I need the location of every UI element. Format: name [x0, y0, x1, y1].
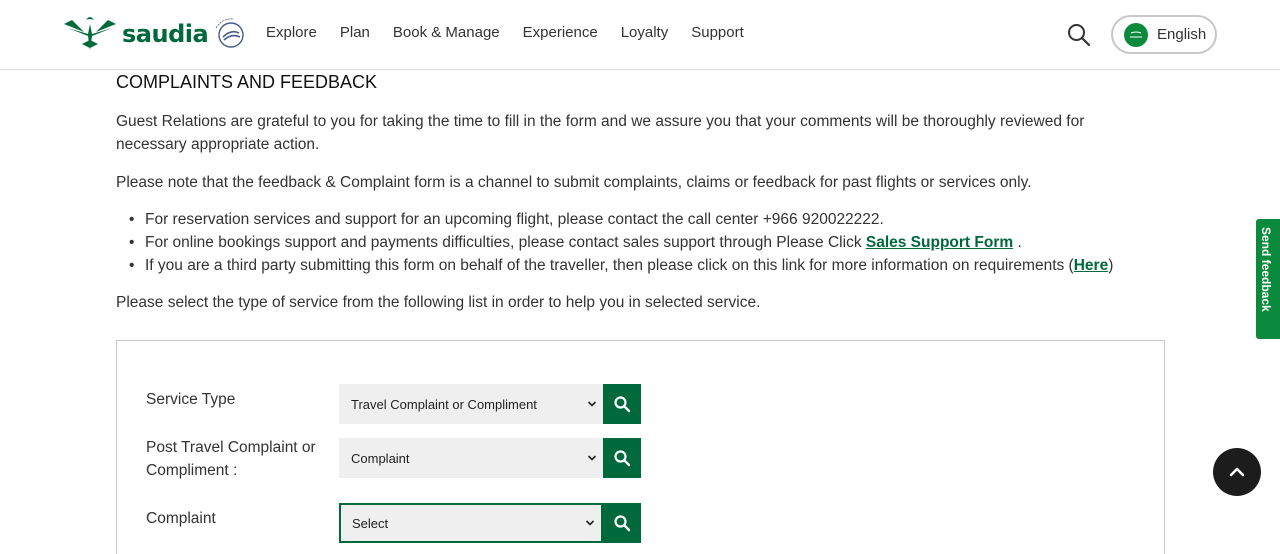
select-prompt: Please select the type of service from t…	[116, 294, 761, 311]
search-icon	[614, 450, 631, 467]
nav-plan[interactable]: Plan	[340, 24, 370, 41]
saudia-palm-logo-icon	[64, 17, 116, 50]
search-icon	[614, 515, 631, 532]
post-travel-search-button[interactable]	[603, 438, 641, 478]
complaint-label: Complaint	[146, 510, 216, 527]
bullet-third-party-text: If you are a third party submitting this…	[145, 257, 1074, 274]
here-link[interactable]: Here	[1074, 257, 1108, 274]
site-header: saudia Explore Plan Book & Manage Experi…	[0, 0, 1280, 70]
nav-loyalty[interactable]: Loyalty	[621, 24, 669, 41]
post-travel-label: Post Travel Complaint or Compliment :	[146, 439, 316, 479]
send-feedback-label: Send feedback	[1259, 227, 1273, 312]
brand-name: saudia	[122, 20, 209, 48]
intro-paragraph: Guest Relations are grateful to you for …	[116, 113, 1085, 153]
bullet-third-party-suffix: )	[1108, 257, 1114, 274]
nav-experience[interactable]: Experience	[523, 24, 598, 41]
chevron-up-icon	[1229, 467, 1245, 477]
nav-book-manage[interactable]: Book & Manage	[393, 24, 500, 41]
saudia-logo[interactable]: saudia	[62, 14, 209, 54]
bullet-call-center-text: For reservation services and support for…	[145, 211, 884, 228]
service-type-select[interactable]: Travel Complaint or Compliment	[339, 384, 603, 424]
nav-explore[interactable]: Explore	[266, 24, 317, 41]
post-travel-select[interactable]: Complaint	[339, 438, 603, 478]
nav-support[interactable]: Support	[691, 24, 744, 41]
sales-support-form-link[interactable]: Sales Support Form	[866, 234, 1013, 251]
bullet-sales-text: For online bookings support and payments…	[145, 234, 866, 251]
chevron-down-icon	[587, 401, 597, 407]
language-selector-button[interactable]: English	[1111, 15, 1217, 54]
chevron-down-icon	[585, 520, 595, 526]
bullet-sales-suffix: .	[1013, 234, 1022, 251]
complaint-search-button[interactable]	[603, 503, 641, 543]
send-feedback-tab[interactable]: Send feedback	[1256, 219, 1280, 339]
main-content: COMPLAINTS AND FEEDBACK Guest Relations …	[116, 72, 1166, 311]
scroll-to-top-button[interactable]	[1213, 448, 1261, 496]
language-label: English	[1157, 26, 1207, 43]
post-travel-value: Complaint	[351, 450, 410, 466]
info-bullet-list: For reservation services and support for…	[129, 208, 1113, 277]
service-type-value: Travel Complaint or Compliment	[351, 396, 537, 412]
chevron-down-icon	[587, 455, 597, 461]
list-item: If you are a third party submitting this…	[129, 254, 1113, 277]
note-paragraph: Please note that the feedback & Complain…	[116, 174, 1032, 191]
complaint-select[interactable]: Select	[339, 503, 603, 543]
list-item: For reservation services and support for…	[129, 208, 1113, 231]
service-type-search-button[interactable]	[603, 384, 641, 424]
main-nav: Explore Plan Book & Manage Experience Lo…	[266, 24, 767, 41]
search-icon	[614, 396, 631, 413]
service-form: Service Type Travel Complaint or Complim…	[116, 340, 1165, 554]
saudi-flag-icon	[1124, 22, 1148, 47]
skyteam-logo-icon	[215, 18, 244, 48]
list-item: For online bookings support and payments…	[129, 231, 1113, 254]
page-title: COMPLAINTS AND FEEDBACK	[116, 72, 378, 92]
search-icon[interactable]	[1066, 22, 1092, 48]
service-type-label: Service Type	[146, 391, 236, 408]
complaint-value: Select	[352, 515, 389, 531]
